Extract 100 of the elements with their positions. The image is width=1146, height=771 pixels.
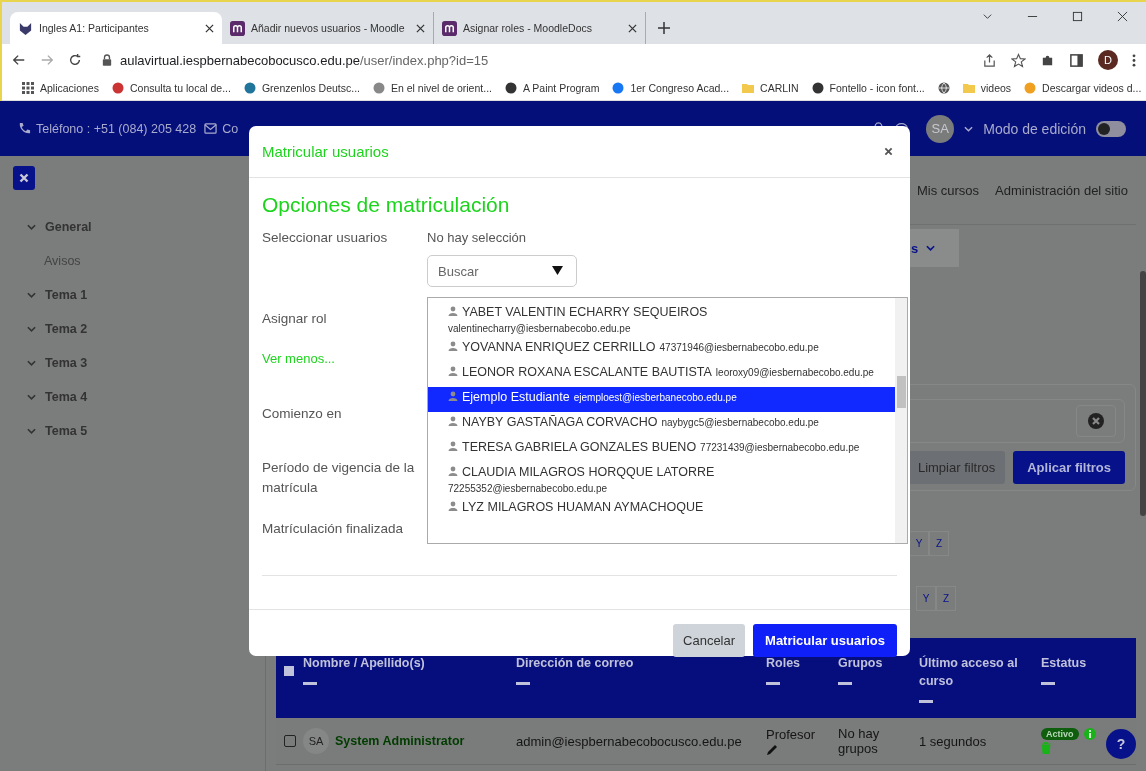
clear-icon[interactable] [1088,413,1104,429]
person-icon [448,341,458,351]
selection-text: No hay selección [427,229,527,245]
user-option[interactable]: YABET VALENTIN ECHARRY SEQUEIROS valentinecharry@iesbernabecobo.edu.pe [428,302,895,337]
column-header[interactable]: Último acceso al curso [919,654,1035,690]
folder-icon [962,82,975,94]
edit-mode-toggle[interactable] [1096,120,1126,137]
phone-number: Teléfono : +51 (084) 205 428 [36,121,197,136]
globe-icon[interactable] [937,82,950,94]
browser-tab[interactable]: Añadir nuevos usuarios - Moodle [222,12,434,44]
tab-title: Añadir nuevos usuarios - Moodle [251,22,406,34]
row-checkbox[interactable] [284,735,296,747]
site-icon [612,82,625,94]
status-badge: Activo [1041,728,1079,740]
close-icon[interactable] [205,23,214,33]
back-arrow-icon[interactable] [12,53,26,67]
person-icon [448,366,458,376]
site-icon [243,82,256,94]
nav-link[interactable]: Mis cursos [916,182,980,198]
dialog-title: Matricular usuarios [262,143,389,160]
column-header[interactable]: Roles [766,654,801,672]
bookmark[interactable]: CARLIN [742,82,799,94]
bookmark[interactable]: videos [962,82,1012,94]
info-icon[interactable] [1083,728,1096,740]
user-option[interactable]: LYZ MILAGROS HUAMAN AYMACHOQUE [428,497,895,522]
chevron-down-icon[interactable] [27,326,36,332]
table-cell: admin@iespbernabecobocusco.edu.pe [516,733,742,749]
bookmark[interactable]: En el nivel de orient... [373,82,492,94]
field-label: Seleccionar usuarios [262,229,389,245]
menu-icon[interactable] [1132,52,1136,68]
close-icon[interactable] [416,23,425,33]
browser-tab[interactable]: Asignar roles - MoodleDocs [434,12,646,44]
enrol-users-button[interactable]: Matricular usuarios [753,624,897,657]
chevron-down-icon[interactable] [964,125,974,132]
field-label: Asignar rol [262,310,328,326]
user-option[interactable]: YOVANNA ENRIQUEZ CERRILLO 47371946@iesbernabecobo.edu.pe [428,337,895,362]
scrollbar[interactable] [895,298,907,543]
user-option[interactable]: CLAUDIA MILAGROS HORQQUE LATORRE 72255352@iesbernabecobo.edu.pe [428,462,895,497]
bookmark[interactable]: Consulta tu local de... [111,82,231,94]
chevron-down-icon[interactable] [27,224,36,230]
cancel-button[interactable]: Cancelar [673,624,746,657]
close-icon[interactable] [1117,11,1128,22]
site-icon [1024,82,1037,94]
pencil-icon[interactable] [766,743,778,756]
bookmark[interactable]: A Paint Program [504,82,600,94]
reload-icon[interactable] [68,53,82,67]
bookmark[interactable]: Aplicaciones [22,82,99,94]
participants-menu-button[interactable]: s [909,229,959,267]
section-heading: Opciones de matriculación [262,193,511,217]
bookmark[interactable]: Descargar videos d... [1024,82,1142,94]
select-all-checkbox[interactable] [284,666,294,676]
lock-icon [102,54,112,66]
bookmark[interactable]: Grenzenlos Deutsc... [243,82,360,94]
user-search-field[interactable]: Buscar [427,255,577,287]
column-header[interactable]: Estatus [1041,654,1087,672]
user-option[interactable]: Ejemplo Estudiante ejemploest@iesberbanecobo.edu.pe [428,387,895,412]
chevron-down-icon[interactable] [926,245,936,251]
star-icon[interactable] [1011,52,1026,68]
close-drawer-button[interactable] [13,166,35,190]
column-header[interactable]: Nombre / Apellido(s) [303,654,425,672]
table-cell-text: No hay grupos [838,726,881,756]
chevron-down-icon[interactable] [27,292,36,298]
bookmark[interactable]: 1er Congreso Acad... [612,82,730,94]
remove-filter-button[interactable] [1076,405,1116,437]
apply-filters-button[interactable]: Aplicar filtros [1013,451,1125,484]
column-header[interactable]: Grupos [838,654,883,672]
share-icon[interactable] [982,52,997,68]
nav-link[interactable]: Administración del sitio [995,182,1128,198]
dropdown-arrow-icon[interactable] [552,266,563,275]
chevron-down-icon[interactable] [27,360,36,366]
side-panel-icon[interactable] [1069,52,1084,68]
person-icon [448,501,458,511]
chevron-down-icon[interactable] [27,394,36,400]
bookmark[interactable]: Fontello - icon font... [811,82,925,94]
profile-avatar[interactable]: D [1098,50,1118,70]
browser-tab[interactable]: Ingles A1: Participantes [10,12,222,44]
chevron-down-icon[interactable] [982,11,993,22]
close-icon[interactable] [628,23,637,33]
scrollbar[interactable] [1140,271,1146,516]
field-label: Período de vigencia de la matrícula [262,459,416,497]
column-header[interactable]: Dirección de correo [516,654,634,672]
user-option[interactable]: TERESA GABRIELA GONZALES BUENO 77231439@iesbernabecobo.edu.pe [428,437,895,462]
maximize-icon[interactable] [1072,11,1083,22]
url-field[interactable]: aulavirtual.iespbernabecobocusco.edu.pe/user/index.php?id=15 [120,52,489,68]
edit-mode-label: Modo de edición [983,120,1086,137]
close-icon[interactable] [884,147,893,156]
new-tab-icon[interactable] [658,22,670,34]
user-option[interactable]: NAYBY GASTAÑAGA CORVACHO naybygc5@iesbernabecobo.edu.pe [428,412,895,437]
site-icon [373,82,385,94]
field-label: Comienzo en [262,405,343,421]
person-icon [448,306,458,316]
person-icon [448,466,458,476]
table-cell: 1 segundos [919,733,987,749]
chevron-down-icon[interactable] [27,428,36,434]
user-option[interactable]: LEONOR ROXANA ESCALANTE BAUTISTA leoroxy09@iesbernabecobo.edu.pe [428,362,895,387]
tab-title: Asignar roles - MoodleDocs [463,22,593,34]
tab-title: Ingles A1: Participantes [39,22,150,34]
person-icon [448,416,458,426]
contact-link[interactable]: Co [222,121,239,136]
app-logo-icon [442,20,457,36]
